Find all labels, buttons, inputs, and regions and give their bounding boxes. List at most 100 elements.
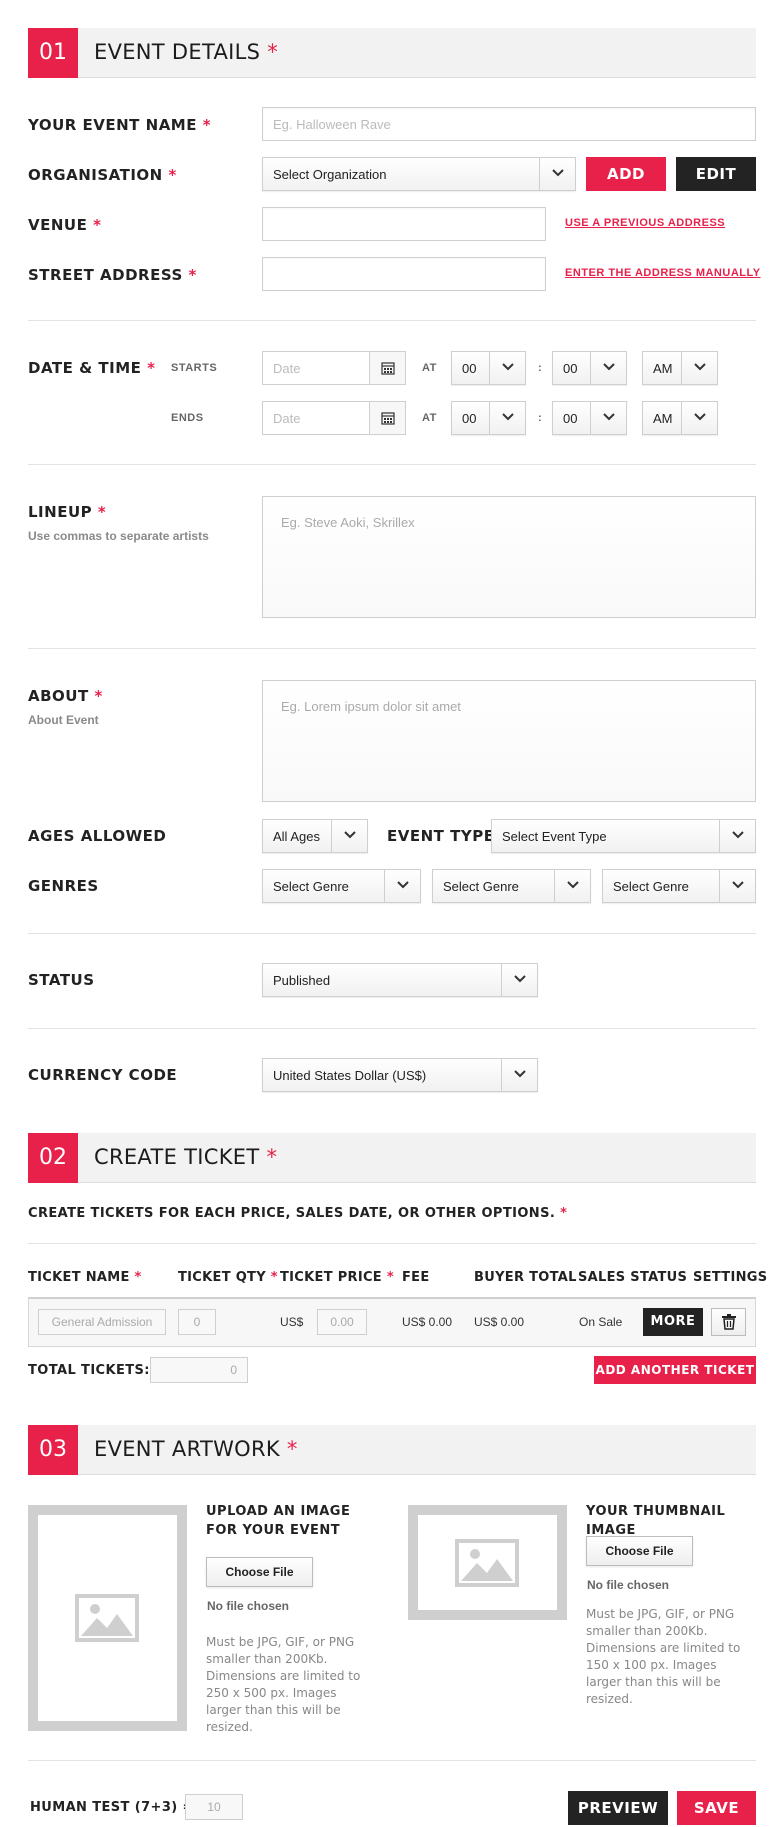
divider bbox=[28, 1028, 756, 1029]
price-prefix: US$ bbox=[280, 1315, 304, 1329]
event-name-label: YOUR EVENT NAME * bbox=[28, 116, 212, 134]
ticket-qty-input[interactable]: 0 bbox=[178, 1309, 216, 1335]
calendar-icon[interactable] bbox=[369, 352, 405, 384]
genre-select-2[interactable]: Select Genre bbox=[432, 869, 591, 903]
image-requirements-note: Must be JPG, GIF, or PNG smaller than 200… bbox=[206, 1635, 361, 1734]
col-settings: SETTINGS bbox=[693, 1270, 768, 1285]
status-value: Published bbox=[273, 973, 331, 988]
chevron-down-icon bbox=[384, 870, 420, 902]
start-hour-value: 00 bbox=[462, 361, 477, 376]
upload-image-title: UPLOAD AN IMAGE FOR YOUR EVENT bbox=[206, 1504, 351, 1538]
lineup-textarea[interactable]: Eg. Steve Aoki, Skrillex bbox=[262, 496, 756, 618]
at-label: AT bbox=[422, 362, 437, 374]
divider bbox=[28, 1760, 756, 1761]
human-test-label: HUMAN TEST (7+3) = bbox=[30, 1800, 194, 1815]
start-ampm-select[interactable]: AM bbox=[642, 351, 718, 385]
event-image-preview bbox=[28, 1505, 187, 1731]
about-textarea[interactable]: Eg. Lorem ipsum dolor sit amet bbox=[262, 680, 756, 802]
fee-value: US$ 0.00 bbox=[402, 1315, 453, 1329]
date-time-label: DATE & TIME * bbox=[28, 359, 156, 377]
at-label: AT bbox=[422, 412, 437, 424]
chevron-down-icon bbox=[331, 820, 367, 852]
start-ampm-value: AM bbox=[653, 361, 673, 376]
divider bbox=[28, 464, 756, 465]
section-header-event-artwork: 03 EVENT ARTWORK * bbox=[28, 1425, 756, 1475]
calendar-icon[interactable] bbox=[369, 402, 405, 434]
human-test-input[interactable]: 10 bbox=[185, 1794, 243, 1820]
ticket-price-input[interactable]: 0.00 bbox=[317, 1309, 367, 1335]
lineup-hint: Use commas to separate artists bbox=[28, 529, 209, 543]
starts-label: STARTS bbox=[171, 362, 218, 374]
divider bbox=[28, 1243, 756, 1244]
chevron-down-icon bbox=[590, 402, 626, 434]
time-colon: : bbox=[538, 362, 543, 374]
event-type-select[interactable]: Select Event Type bbox=[491, 819, 756, 853]
col-buyer-total: BUYER TOTAL bbox=[474, 1270, 577, 1285]
venue-input[interactable] bbox=[262, 207, 546, 241]
street-address-input[interactable] bbox=[262, 257, 546, 291]
about-hint: About Event bbox=[28, 713, 99, 727]
ticket-name-input[interactable]: General Admission bbox=[38, 1309, 166, 1335]
choose-thumbnail-button[interactable]: Choose File bbox=[586, 1536, 693, 1566]
start-minute-select[interactable]: 00 bbox=[552, 351, 627, 385]
section-number: 01 bbox=[28, 28, 78, 78]
organisation-select[interactable]: Select Organization bbox=[262, 157, 576, 191]
preview-button[interactable]: PREVIEW bbox=[568, 1791, 668, 1825]
genre-value: Select Genre bbox=[443, 879, 519, 894]
chevron-down-icon bbox=[489, 352, 525, 384]
total-tickets-value: 0 bbox=[150, 1357, 248, 1383]
currency-select[interactable]: United States Dollar (US$) bbox=[262, 1058, 538, 1092]
save-button[interactable]: SAVE bbox=[677, 1791, 756, 1825]
thumbnail-preview bbox=[408, 1505, 567, 1620]
use-previous-address-link[interactable]: USE A PREVIOUS ADDRESS bbox=[565, 217, 725, 229]
street-address-label: STREET ADDRESS * bbox=[28, 266, 197, 284]
status-select[interactable]: Published bbox=[262, 963, 538, 997]
choose-file-button[interactable]: Choose File bbox=[206, 1557, 313, 1587]
col-ticket-name: TICKET NAME * bbox=[28, 1270, 142, 1285]
no-file-chosen-text: No file chosen bbox=[587, 1578, 670, 1592]
end-minute-select[interactable]: 00 bbox=[552, 401, 627, 435]
ages-allowed-label: AGES ALLOWED bbox=[28, 827, 167, 845]
delete-ticket-button[interactable] bbox=[711, 1308, 746, 1336]
genre-value: Select Genre bbox=[613, 879, 689, 894]
col-ticket-qty: TICKET QTY * bbox=[178, 1270, 278, 1285]
ends-label: ENDS bbox=[171, 412, 204, 424]
genre-select-3[interactable]: Select Genre bbox=[602, 869, 756, 903]
start-hour-select[interactable]: 00 bbox=[451, 351, 526, 385]
section-title: CREATE TICKET * bbox=[94, 1145, 278, 1169]
col-fee: FEE bbox=[402, 1270, 430, 1285]
ages-allowed-select[interactable]: All Ages bbox=[262, 819, 368, 853]
time-colon: : bbox=[538, 412, 543, 424]
end-date-input[interactable]: Date bbox=[262, 401, 406, 435]
add-another-ticket-button[interactable]: ADD ANOTHER TICKET bbox=[594, 1356, 756, 1384]
event-name-input[interactable]: Eg. Halloween Rave bbox=[262, 107, 756, 141]
section-title: EVENT ARTWORK * bbox=[94, 1437, 298, 1461]
total-tickets-label: TOTAL TICKETS: bbox=[28, 1363, 150, 1378]
chevron-down-icon bbox=[681, 402, 717, 434]
ticket-intro-text: CREATE TICKETS FOR EACH PRICE, SALES DAT… bbox=[28, 1206, 568, 1221]
about-label: ABOUT * bbox=[28, 687, 103, 705]
divider bbox=[28, 320, 756, 321]
chevron-down-icon bbox=[501, 964, 537, 996]
thumbnail-title: YOUR THUMBNAIL IMAGE bbox=[586, 1504, 726, 1538]
end-date-placeholder: Date bbox=[273, 411, 301, 426]
more-button[interactable]: MORE bbox=[643, 1308, 703, 1336]
genre-select-1[interactable]: Select Genre bbox=[262, 869, 421, 903]
section-header-create-ticket: 02 CREATE TICKET * bbox=[28, 1133, 756, 1183]
organisation-label: ORGANISATION * bbox=[28, 166, 177, 184]
start-minute-value: 00 bbox=[563, 361, 578, 376]
end-hour-select[interactable]: 00 bbox=[451, 401, 526, 435]
chevron-down-icon bbox=[681, 352, 717, 384]
chevron-down-icon bbox=[719, 870, 755, 902]
end-ampm-select[interactable]: AM bbox=[642, 401, 718, 435]
currency-value: United States Dollar (US$) bbox=[273, 1068, 427, 1083]
start-date-input[interactable]: Date bbox=[262, 351, 406, 385]
ages-allowed-value: All Ages bbox=[273, 829, 320, 844]
chevron-down-icon bbox=[719, 820, 755, 852]
add-organisation-button[interactable]: ADD bbox=[586, 157, 666, 191]
section-number: 03 bbox=[28, 1425, 78, 1475]
chevron-down-icon bbox=[590, 352, 626, 384]
enter-address-manually-link[interactable]: ENTER THE ADDRESS MANUALLY bbox=[565, 267, 761, 279]
edit-organisation-button[interactable]: EDIT bbox=[676, 157, 756, 191]
section-header-event-details: 01 EVENT DETAILS * bbox=[28, 28, 756, 78]
